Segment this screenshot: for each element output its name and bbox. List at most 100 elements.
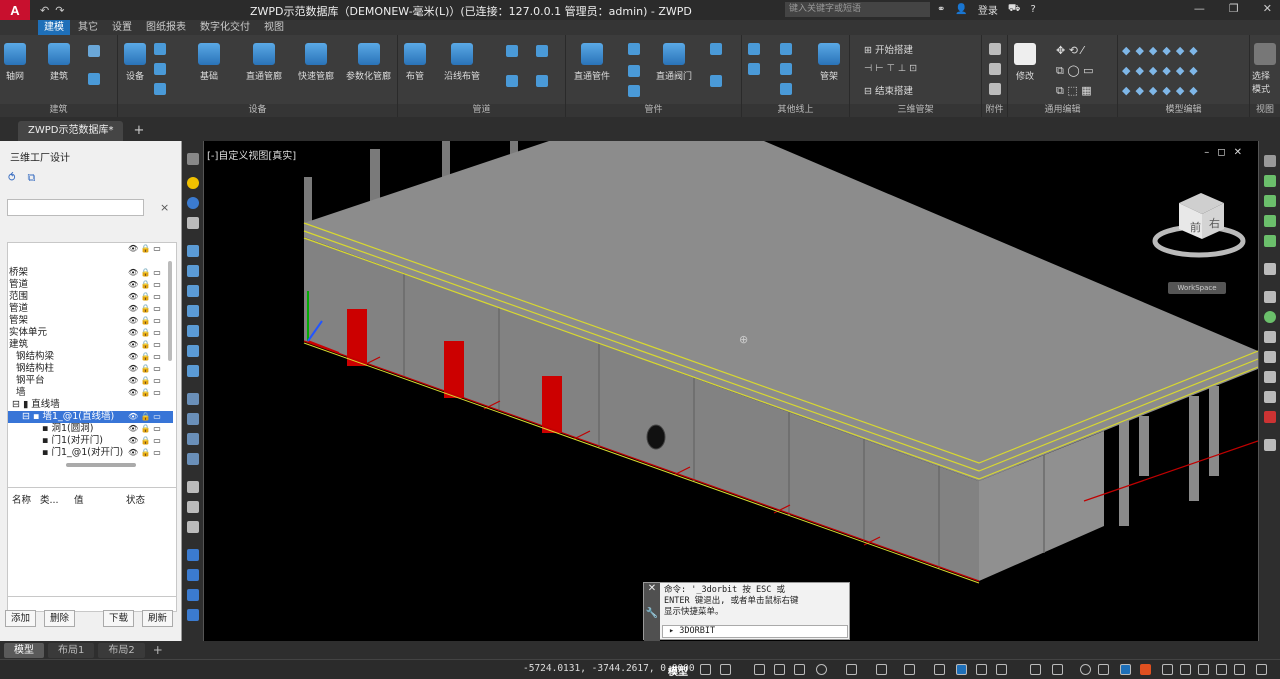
tab-digital[interactable]: 数字化交付: [194, 20, 256, 35]
view-10-icon[interactable]: [187, 433, 199, 445]
command-input[interactable]: ▸ 3DORBIT: [662, 625, 848, 638]
edit-tools-grid[interactable]: ✥ ⟲ ⁄ ⧉ ◯ ▭ ⧉ ⬚ ▦: [1056, 41, 1094, 101]
iso-toggle-icon[interactable]: [1030, 664, 1041, 675]
rtool-12-icon[interactable]: [1264, 391, 1276, 403]
tree-search-input[interactable]: [7, 199, 144, 216]
visibility-icons[interactable]: 👁 🔒 ▭: [128, 315, 161, 327]
settings-gear-icon[interactable]: [1080, 664, 1091, 675]
attach-3-icon[interactable]: [989, 83, 1001, 95]
tree-row[interactable]: 钢结构柱 👁 🔒 ▭: [8, 363, 173, 375]
minimize-icon[interactable]: –: [1204, 147, 1209, 158]
ortho-toggle-icon[interactable]: [754, 664, 765, 675]
tab-settings[interactable]: 设置: [106, 20, 138, 35]
visibility-icons[interactable]: 👁 🔒 ▭: [128, 339, 161, 351]
view-6-icon[interactable]: [187, 345, 199, 357]
close-command-icon[interactable]: ✕: [644, 583, 660, 594]
menu-icon[interactable]: [1256, 664, 1267, 675]
pipe-tool-3-icon[interactable]: [506, 75, 518, 87]
building-button[interactable]: 建筑: [48, 43, 70, 82]
visibility-icons[interactable]: 👁 🔒 ▭: [128, 435, 161, 447]
view-1-icon[interactable]: [187, 245, 199, 257]
delete-button[interactable]: 删除: [44, 610, 76, 627]
pipe-tool-2-icon[interactable]: [536, 45, 548, 57]
snap-toggle-icon[interactable]: [720, 664, 731, 675]
foundation-button[interactable]: 基础: [198, 43, 220, 82]
rtool-1-icon[interactable]: [1264, 155, 1276, 167]
rtool-14-icon[interactable]: [1264, 439, 1276, 451]
tab-layout1[interactable]: 布局1: [48, 642, 95, 658]
tab-view[interactable]: 视图: [258, 20, 290, 35]
tool-17-icon[interactable]: [187, 589, 199, 601]
model-space-toggle[interactable]: 模型: [668, 663, 688, 678]
visibility-icons[interactable]: 👁 🔒 ▭: [128, 279, 161, 291]
tree-scrollbar[interactable]: [168, 261, 172, 361]
rtool-13-icon[interactable]: [1264, 411, 1276, 423]
tool-14-icon[interactable]: [187, 521, 199, 533]
tool-13-icon[interactable]: [187, 501, 199, 513]
qp-toggle-icon[interactable]: [934, 664, 945, 675]
visibility-icons[interactable]: 👁 🔒 ▭: [128, 411, 161, 423]
expand-icon[interactable]: ⊟ ▪: [22, 411, 42, 422]
redo-icon[interactable]: ↷: [55, 4, 64, 17]
view-9-icon[interactable]: [187, 413, 199, 425]
visibility-icons[interactable]: 👁 🔒 ▭: [128, 447, 161, 459]
viewcube[interactable]: 前 右: [1152, 193, 1246, 258]
visibility-icons[interactable]: 👁 🔒 ▭: [128, 243, 161, 255]
view-2-icon[interactable]: [187, 265, 199, 277]
refresh-icon[interactable]: ⥀: [8, 171, 16, 185]
fitting-small-3-icon[interactable]: [628, 85, 640, 97]
tool-18-icon[interactable]: [187, 609, 199, 621]
user-icon[interactable]: 👤: [955, 4, 967, 15]
param-rack-button[interactable]: 参数化管廊: [346, 43, 391, 82]
quick-rack-button[interactable]: 快速管廊: [298, 43, 334, 82]
tab-other[interactable]: 其它: [72, 20, 104, 35]
straight-rack-button[interactable]: 直通管廊: [246, 43, 282, 82]
attach-2-icon[interactable]: [989, 63, 1001, 75]
view-8-icon[interactable]: [187, 393, 199, 405]
fitting-small-4-icon[interactable]: [710, 43, 722, 55]
rtool-2-icon[interactable]: [1264, 175, 1276, 187]
attach-1-icon[interactable]: [989, 43, 1001, 55]
rtool-6-icon[interactable]: [1264, 263, 1276, 275]
maximize-icon[interactable]: ◻: [1217, 147, 1225, 158]
tree-row[interactable]: 实体单元 👁 🔒 ▭: [8, 327, 173, 339]
visibility-icons[interactable]: 👁 🔒 ▭: [128, 291, 161, 303]
fitting-small-1-icon[interactable]: [628, 43, 640, 55]
end-build-button[interactable]: ⊟ 结束搭建: [864, 83, 913, 97]
rtool-4-icon[interactable]: [1264, 215, 1276, 227]
tab-drawings[interactable]: 图纸报表: [140, 20, 192, 35]
tree-row[interactable]: 管道 👁 🔒 ▭: [8, 303, 173, 315]
tree-row[interactable]: ▪ 门1(对开门) 👁 🔒 ▭: [8, 435, 173, 447]
visibility-icons[interactable]: 👁 🔒 ▭: [128, 303, 161, 315]
minimize-icon[interactable]: —: [1194, 2, 1205, 15]
tree-row[interactable]: 墙 👁 🔒 ▭: [8, 387, 173, 399]
osnap-toggle-icon[interactable]: [794, 664, 805, 675]
tree-row[interactable]: 建筑 👁 🔒 ▭: [8, 339, 173, 351]
pipe-tool-4-icon[interactable]: [536, 75, 548, 87]
ime-skin-icon[interactable]: [1216, 664, 1227, 675]
other-4-icon[interactable]: [780, 63, 792, 75]
visibility-icons[interactable]: 👁 🔒 ▭: [128, 267, 161, 279]
other-3-icon[interactable]: [780, 43, 792, 55]
ime-lang-icon[interactable]: [1162, 664, 1173, 675]
tree-row[interactable]: 范围 👁 🔒 ▭: [8, 291, 173, 303]
visibility-icons[interactable]: 👁 🔒 ▭: [128, 423, 161, 435]
ws-toggle-icon[interactable]: [1052, 664, 1063, 675]
axis-grid-button[interactable]: 轴网: [4, 43, 26, 82]
tree-row[interactable]: 👁 🔒 ▭: [8, 243, 173, 255]
tree-row[interactable]: ▪ 洞1(圆洞) 👁 🔒 ▭: [8, 423, 173, 435]
wrench-icon[interactable]: 🔧: [644, 608, 660, 619]
tab-layout2[interactable]: 布局2: [98, 642, 145, 658]
close-icon[interactable]: ✕: [1234, 147, 1242, 158]
fitting-small-2-icon[interactable]: [628, 65, 640, 77]
cube-toggle-icon[interactable]: [996, 664, 1007, 675]
other-5-icon[interactable]: [780, 83, 792, 95]
tree-row-selected[interactable]: ⊟ ▪ 墙1_@1(直线墙) 👁 🔒 ▭: [8, 411, 173, 423]
rtool-5-icon[interactable]: [1264, 235, 1276, 247]
annot-toggle-icon[interactable]: [1098, 664, 1109, 675]
tool-1-icon[interactable]: [187, 153, 199, 165]
rtool-11-icon[interactable]: [1264, 371, 1276, 383]
tree-row[interactable]: 钢平台 👁 🔒 ▭: [8, 375, 173, 387]
add-button[interactable]: 添加: [5, 610, 37, 627]
undo-icon[interactable]: ↶: [40, 4, 49, 17]
